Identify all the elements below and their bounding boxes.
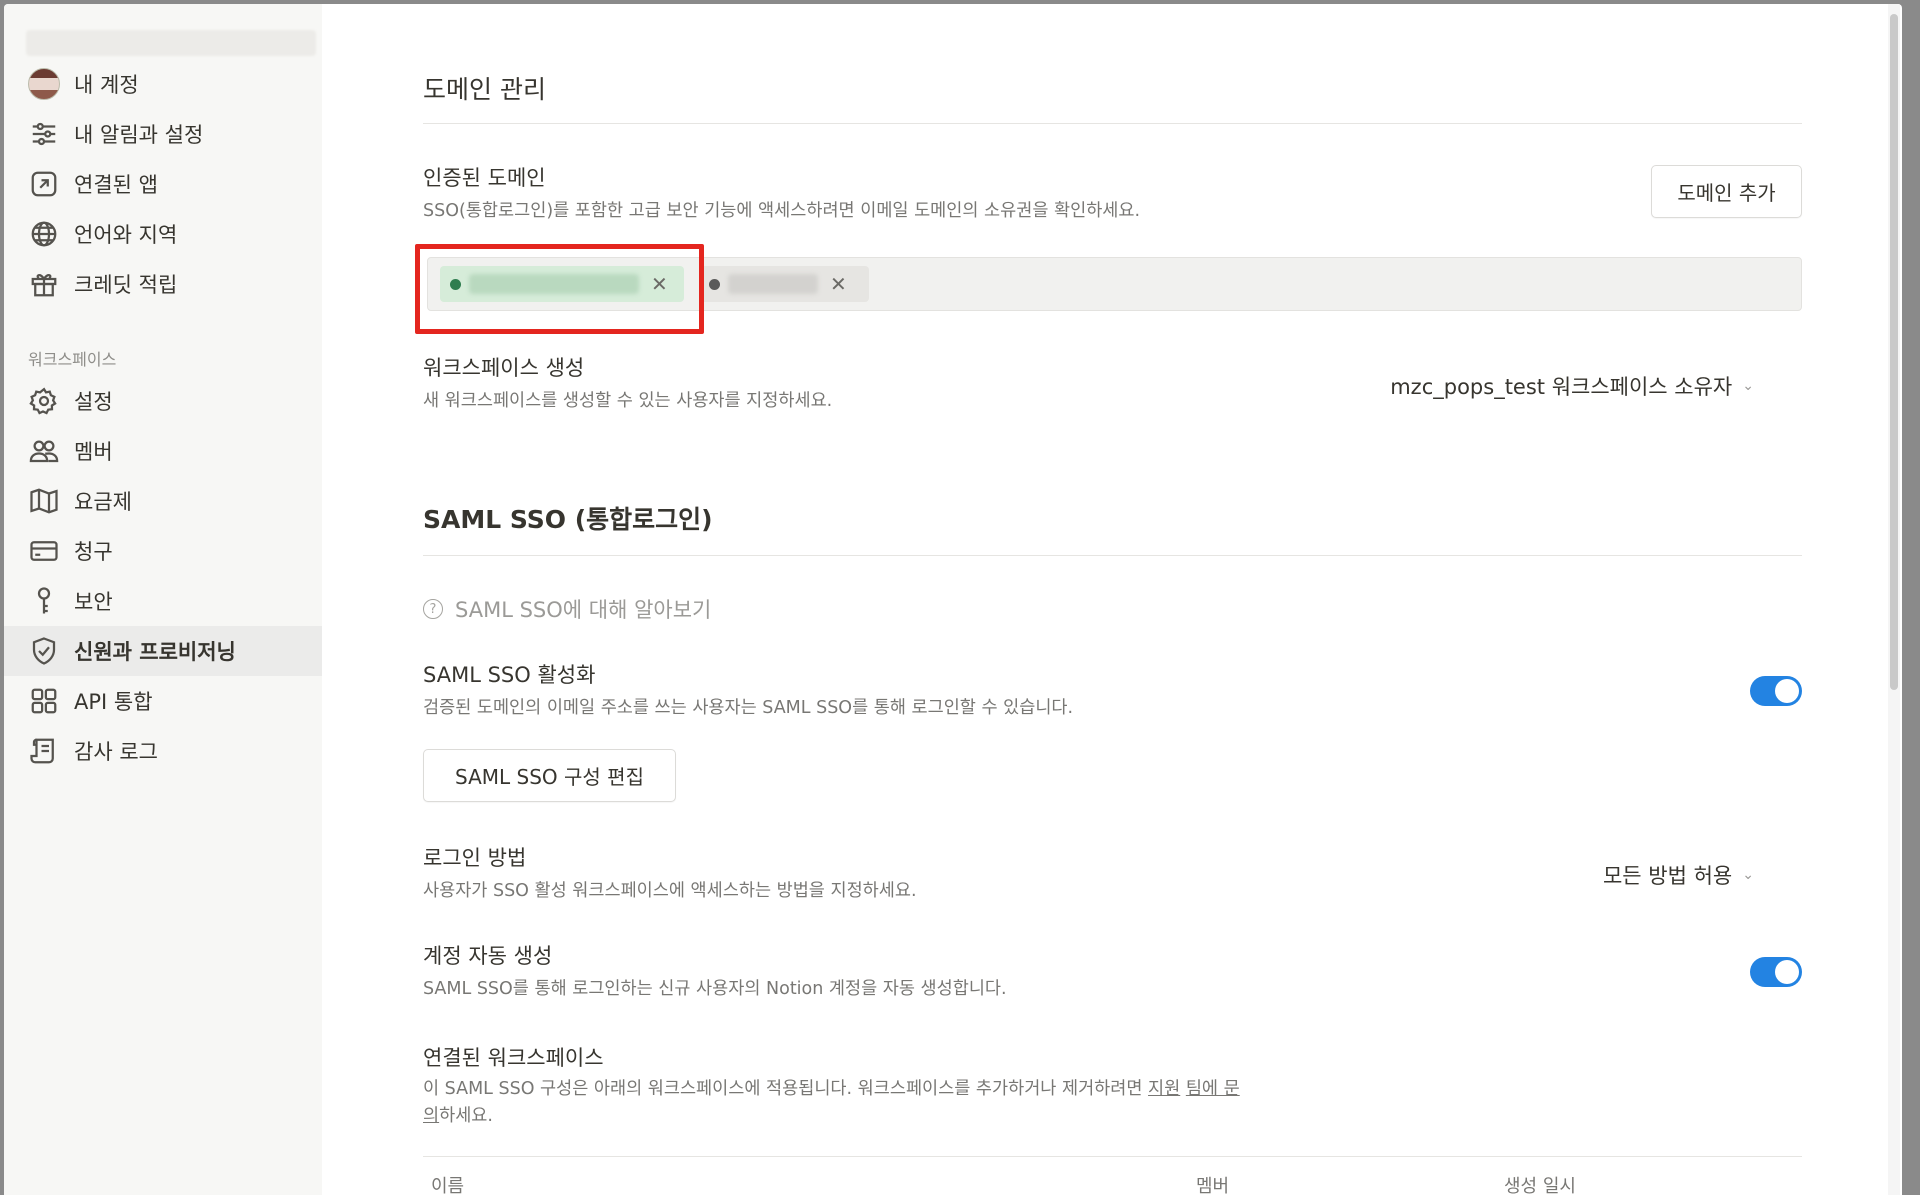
sidebar-item-settings[interactable]: 설정 [4, 376, 322, 426]
saml-section-title: SAML SSO (통합로그인) [423, 505, 713, 534]
desc-text: 이 SAML SSO 구성은 아래의 워크스페이스에 적용됩니다. 워크스페이스… [423, 1079, 1149, 1099]
sidebar-item-label: 연결된 앱 [74, 173, 158, 197]
saml-enable-toggle[interactable] [1750, 676, 1802, 706]
sidebar-item-plans[interactable]: 요금제 [4, 476, 322, 526]
sidebar-item-label: 감사 로그 [74, 740, 158, 764]
linked-workspaces-label: 연결된 워크스페이스 [423, 1046, 604, 1070]
domain-name-blurred [728, 274, 818, 294]
support-link[interactable]: 지원 [1148, 1079, 1180, 1099]
remove-domain-icon[interactable]: ✕ [830, 272, 847, 296]
gear-icon [28, 385, 60, 417]
domain-section-title: 도메인 관리 [423, 75, 546, 104]
verified-domains-desc: SSO(통합로그인)를 포함한 고급 보안 기능에 액세스하려면 이메일 도메인… [423, 201, 1141, 221]
auto-account-label: 계정 자동 생성 [423, 944, 553, 968]
toggle-knob [1775, 960, 1799, 984]
divider [423, 123, 1802, 124]
external-link-icon [28, 168, 60, 200]
table-header-name: 이름 [431, 1176, 465, 1195]
workspace-creation-desc: 새 워크스페이스를 생성할 수 있는 사용자를 지정하세요. [423, 391, 833, 411]
table-header-created: 생성 일시 [1504, 1176, 1576, 1195]
sidebar-item-billing[interactable]: 청구 [4, 526, 322, 576]
settings-window: 내 계정 내 알림과 설정 연결된 앱 언어와 지역 크레딧 적립 워크스페이스… [4, 4, 1902, 1195]
chevron-down-icon: ⌄ [1742, 867, 1754, 883]
saml-enable-label: SAML SSO 활성화 [423, 663, 596, 687]
map-icon [28, 485, 60, 517]
globe-icon [28, 218, 60, 250]
sidebar-item-label: 내 알림과 설정 [74, 123, 204, 147]
sidebar-item-label: 크레딧 적립 [74, 273, 178, 297]
login-method-desc: 사용자가 SSO 활성 워크스페이스에 액세스하는 방법을 지정하세요. [423, 881, 917, 901]
sidebar-item-label: API 통합 [74, 690, 153, 714]
grid-icon [28, 685, 60, 717]
sidebar-item-language-region[interactable]: 언어와 지역 [4, 209, 322, 259]
credit-card-icon [28, 535, 60, 567]
status-dot [709, 278, 720, 290]
verified-domains-label: 인증된 도메인 [423, 166, 546, 190]
people-icon [28, 435, 60, 467]
gift-icon [28, 268, 60, 300]
table-header-members: 멤버 [1196, 1176, 1230, 1195]
sidebar-item-label: 멤버 [74, 440, 113, 464]
workspace-creation-label: 워크스페이스 생성 [423, 356, 585, 380]
workspace-section-label: 워크스페이스 [28, 350, 117, 369]
toggle-knob [1775, 679, 1799, 703]
sidebar-item-audit-log[interactable]: 감사 로그 [4, 726, 322, 776]
sidebar-item-credits[interactable]: 크레딧 적립 [4, 259, 322, 309]
avatar [28, 68, 60, 100]
sidebar-item-my-account[interactable]: 내 계정 [4, 59, 322, 109]
sidebar-item-label: 내 계정 [74, 73, 139, 97]
sidebar-item-label: 요금제 [74, 490, 132, 514]
domain-chip: ✕ [699, 266, 869, 302]
help-link-label: SAML SSO에 대해 알아보기 [455, 598, 712, 622]
add-domain-button[interactable]: 도메인 추가 [1651, 165, 1802, 218]
edit-saml-config-button[interactable]: SAML SSO 구성 편집 [423, 749, 676, 802]
sidebar-item-label: 언어와 지역 [74, 223, 178, 247]
auto-account-desc: SAML SSO를 통해 로그인하는 신규 사용자의 Notion 계정을 자동… [423, 979, 1007, 999]
chevron-down-icon: ⌄ [1742, 378, 1754, 394]
login-method-label: 로그인 방법 [423, 846, 527, 870]
scrollbar-thumb[interactable] [1890, 14, 1898, 690]
shield-check-icon [28, 635, 60, 667]
desc-text: 하세요. [439, 1106, 493, 1126]
sidebar-item-label: 신원과 프로비저닝 [74, 640, 236, 664]
help-icon: ? [423, 599, 443, 619]
sidebar-item-label: 청구 [74, 540, 113, 564]
sidebar-item-members[interactable]: 멤버 [4, 426, 322, 476]
key-icon [28, 585, 60, 617]
settings-sidebar: 내 계정 내 알림과 설정 연결된 앱 언어와 지역 크레딧 적립 워크스페이스… [4, 4, 322, 1195]
sliders-icon [28, 118, 60, 150]
dropdown-value: 모든 방법 허용 [1602, 864, 1733, 888]
sidebar-item-security[interactable]: 보안 [4, 576, 322, 626]
divider [423, 1156, 1802, 1157]
auto-account-toggle[interactable] [1750, 957, 1802, 987]
dropdown-value: mzc_pops_test 워크스페이스 소유자 [1390, 375, 1733, 399]
saml-enable-desc: 검증된 도메인의 이메일 주소를 쓰는 사용자는 SAML SSO를 통해 로그… [423, 698, 1074, 718]
sidebar-item-identity-provisioning[interactable]: 신원과 프로비저닝 [4, 626, 322, 676]
account-email-blurred [26, 30, 316, 56]
sidebar-item-label: 보안 [74, 590, 113, 614]
scroll-icon [28, 735, 60, 767]
divider [423, 555, 1802, 556]
main-content: 도메인 관리 인증된 도메인 SSO(통합로그인)를 포함한 고급 보안 기능에… [322, 4, 1902, 1195]
sidebar-item-api-integrations[interactable]: API 통합 [4, 676, 322, 726]
annotation-highlight-box [415, 244, 704, 334]
login-method-dropdown[interactable]: 모든 방법 허용 ⌄ [1603, 860, 1754, 890]
saml-help-link[interactable]: ? SAML SSO에 대해 알아보기 [423, 594, 711, 624]
sidebar-item-notifications[interactable]: 내 알림과 설정 [4, 109, 322, 159]
sidebar-item-connected-apps[interactable]: 연결된 앱 [4, 159, 322, 209]
linked-workspaces-desc: 이 SAML SSO 구성은 아래의 워크스페이스에 적용됩니다. 워크스페이스… [423, 1076, 1243, 1130]
workspace-creation-dropdown[interactable]: mzc_pops_test 워크스페이스 소유자 ⌄ [1390, 371, 1754, 401]
scrollbar[interactable] [1888, 4, 1900, 1195]
sidebar-item-label: 설정 [74, 390, 113, 414]
